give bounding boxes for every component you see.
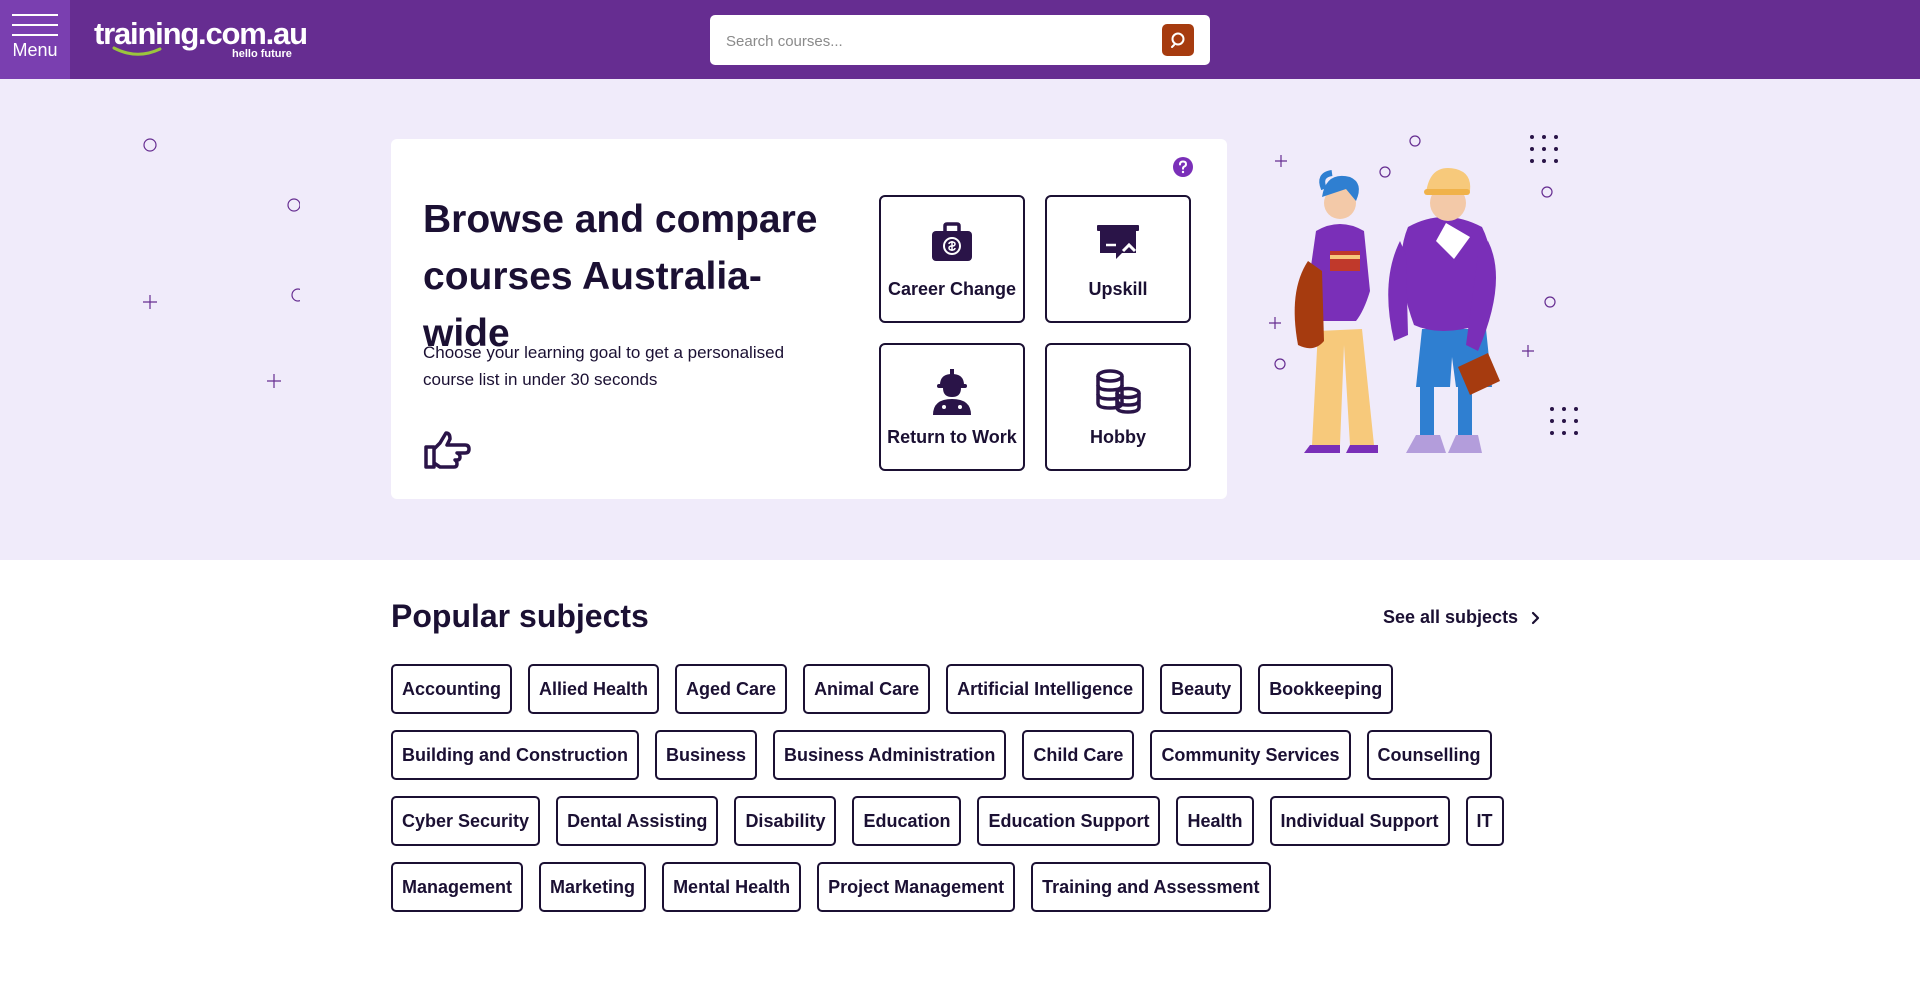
subject-chip[interactable]: Dental Assisting: [556, 796, 719, 846]
logo-tagline: hello future: [232, 48, 292, 60]
subject-chip-row: Accounting Allied Health Aged Care Animal C…: [391, 664, 1541, 714]
search-icon: [1171, 32, 1185, 48]
subject-chip[interactable]: Community Services: [1150, 730, 1351, 780]
popular-subjects-title: Popular subjects: [391, 598, 649, 634]
goal-label: Return to Work: [887, 427, 1017, 447]
students-illustration: [1269, 135, 1578, 453]
subject-chip-row: Building and Construction Business Busines…: [391, 730, 1541, 780]
search-button[interactable]: [1162, 24, 1194, 56]
subject-chip[interactable]: Individual Support: [1269, 796, 1450, 846]
subject-chip[interactable]: Building and Construction: [391, 730, 639, 780]
subject-chip[interactable]: Education Support: [977, 796, 1161, 846]
search-input[interactable]: [724, 25, 1148, 57]
chevron-right-icon: [1531, 612, 1540, 625]
subject-chip[interactable]: Project Management: [817, 862, 1016, 912]
worker-icon: [933, 369, 971, 415]
subject-chip[interactable]: Training and Assessment: [1031, 862, 1271, 912]
menu-label: Menu: [12, 40, 58, 60]
briefcase-icon: [932, 222, 972, 261]
subject-chip[interactable]: Counselling: [1366, 730, 1492, 780]
coins-icon: [1096, 369, 1141, 414]
subject-chip[interactable]: Artificial Intelligence: [946, 664, 1145, 714]
search-bar: [710, 15, 1210, 65]
goal-career-change-button[interactable]: Career Change: [879, 195, 1025, 323]
subject-chip[interactable]: Business Administration: [773, 730, 1007, 780]
hero-subtitle: Choose your learning goal to get a perso…: [423, 343, 785, 389]
subject-chip-list: Accounting Allied Health Aged Care Animal C…: [391, 664, 1541, 928]
subject-chip[interactable]: Management: [391, 862, 524, 912]
see-all-label: See all subjects: [1383, 607, 1519, 627]
menu-button[interactable]: Menu: [0, 0, 70, 79]
subject-chip[interactable]: Marketing: [539, 862, 647, 912]
subject-chip[interactable]: Bookkeeping: [1258, 664, 1394, 714]
goal-return-to-work-button[interactable]: Return to Work: [879, 343, 1025, 471]
subject-chip-row: Cyber Security Dental Assisting Disability…: [391, 796, 1541, 846]
goal-selector-card: Browse and compare courses Australia-wid…: [391, 139, 1227, 499]
top-header: Menu training.com.au hello future: [0, 0, 1920, 79]
goal-upskill-button[interactable]: Upskill: [1045, 195, 1191, 323]
see-all-subjects-link[interactable]: See all subjects: [1383, 607, 1541, 628]
goal-label: Hobby: [1090, 427, 1146, 447]
hero-section: Browse and compare courses Australia-wid…: [0, 79, 1920, 560]
pointing-hand-icon: [424, 431, 471, 469]
subject-chip[interactable]: Animal Care: [803, 664, 931, 714]
site-logo[interactable]: training.com.au hello future: [92, 14, 308, 64]
subject-chip[interactable]: Aged Care: [675, 664, 788, 714]
decorative-shapes-icon: [143, 138, 300, 388]
subject-chip-row: Management Marketing Mental Health Project …: [391, 862, 1541, 912]
subject-chip[interactable]: Child Care: [1022, 730, 1135, 780]
subject-chip[interactable]: Accounting: [391, 664, 512, 714]
subject-chip[interactable]: IT: [1465, 796, 1504, 846]
subject-chip[interactable]: Cyber Security: [391, 796, 541, 846]
help-icon[interactable]: [1173, 157, 1193, 177]
subject-chip[interactable]: Business: [654, 730, 758, 780]
goal-label: Upskill: [1088, 279, 1148, 299]
subject-chip[interactable]: Mental Health: [662, 862, 802, 912]
subject-chip[interactable]: Health: [1176, 796, 1254, 846]
hero-title: Browse and compare courses Australia-wid…: [423, 198, 818, 355]
subject-chip[interactable]: Allied Health: [528, 664, 660, 714]
logo-swoosh-icon: [112, 46, 162, 56]
subject-chip[interactable]: Beauty: [1160, 664, 1243, 714]
goal-label: Career Change: [887, 279, 1017, 299]
goal-hobby-button[interactable]: Hobby: [1045, 343, 1191, 471]
subject-chip[interactable]: Disability: [734, 796, 837, 846]
subject-chip[interactable]: Education: [852, 796, 962, 846]
upskill-board-icon: [1097, 225, 1139, 259]
